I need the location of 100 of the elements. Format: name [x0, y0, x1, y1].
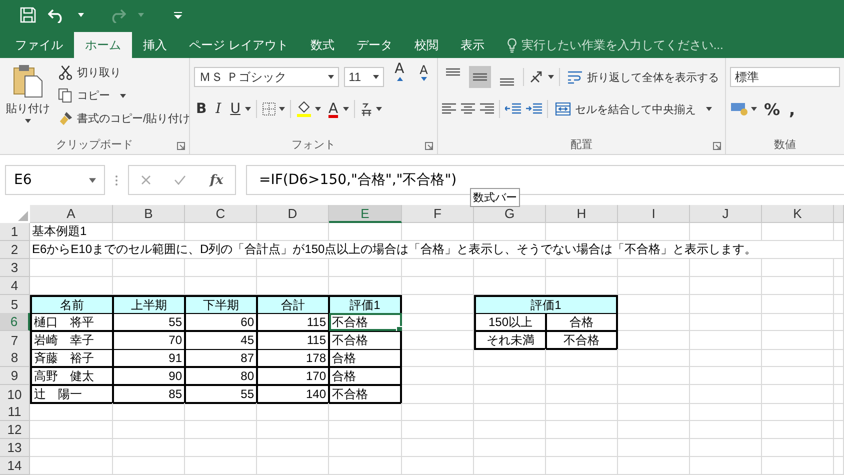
- cell[interactable]: 合格: [546, 313, 618, 331]
- cancel-icon[interactable]: [140, 175, 151, 185]
- cell[interactable]: [618, 277, 690, 295]
- indent-icon[interactable]: [526, 103, 542, 115]
- format-painter-button[interactable]: 書式のコピー/貼り付け: [56, 108, 192, 129]
- cell[interactable]: [690, 295, 762, 314]
- tell-me-field[interactable]: 実行したい作業を入力してください...: [521, 38, 822, 52]
- caret-icon[interactable]: [376, 107, 382, 111]
- cell[interactable]: 高野 健太: [30, 367, 113, 385]
- cell[interactable]: 名前: [30, 295, 113, 314]
- number-format-dropdown[interactable]: 標準: [730, 67, 840, 87]
- cell[interactable]: [402, 277, 474, 295]
- caret-icon[interactable]: [245, 107, 252, 111]
- dialog-launcher-icon[interactable]: [177, 142, 185, 150]
- cell[interactable]: [762, 331, 834, 350]
- cell[interactable]: 不合格: [329, 385, 402, 404]
- row-header[interactable]: 5: [0, 295, 30, 314]
- cell[interactable]: [257, 223, 329, 241]
- cell[interactable]: [690, 403, 762, 421]
- cell[interactable]: [546, 385, 618, 404]
- cell[interactable]: 合格: [329, 349, 402, 367]
- cell[interactable]: [834, 259, 844, 277]
- cell[interactable]: [30, 259, 113, 277]
- column-header[interactable]: A: [30, 205, 113, 223]
- cell[interactable]: [402, 367, 474, 385]
- cell[interactable]: それ未満: [474, 331, 546, 350]
- cell[interactable]: [834, 421, 844, 439]
- cell[interactable]: [185, 403, 257, 421]
- cell[interactable]: [113, 457, 185, 475]
- cell[interactable]: [30, 403, 113, 421]
- cell[interactable]: E6からE10までのセル範囲に、D列の「合計点」が150点以上の場合は「合格」と表示し、そうでない場合は「不合格」と表示します。: [30, 241, 844, 259]
- cell[interactable]: [690, 277, 762, 295]
- cell[interactable]: [834, 277, 844, 295]
- cell[interactable]: [546, 349, 618, 367]
- cell[interactable]: [546, 457, 618, 475]
- cell[interactable]: [834, 295, 844, 314]
- cell[interactable]: [618, 421, 690, 439]
- column-header[interactable]: I: [618, 205, 690, 223]
- cell[interactable]: [402, 421, 474, 439]
- cell[interactable]: 基本例題1: [30, 223, 113, 241]
- row-header[interactable]: 14: [0, 457, 30, 475]
- ribbon-tab[interactable]: 数式: [299, 32, 346, 58]
- cell[interactable]: [834, 223, 844, 241]
- cell[interactable]: [690, 259, 762, 277]
- cell[interactable]: 150以上: [474, 313, 546, 331]
- cell[interactable]: 60: [185, 313, 257, 331]
- copy-button[interactable]: コピー: [56, 85, 192, 106]
- cell[interactable]: [618, 439, 690, 457]
- cell[interactable]: [185, 421, 257, 439]
- font-name-dropdown[interactable]: ＭＳ Ｐゴシック: [194, 67, 339, 87]
- ribbon-tab[interactable]: 表示: [449, 32, 496, 58]
- cell[interactable]: [402, 259, 474, 277]
- cell[interactable]: [329, 259, 402, 277]
- shrink-font-button[interactable]: A: [414, 63, 433, 91]
- column-header[interactable]: G: [474, 205, 546, 223]
- cell[interactable]: [690, 313, 762, 331]
- cell[interactable]: [257, 421, 329, 439]
- cell[interactable]: [834, 457, 844, 475]
- borders-icon[interactable]: [262, 102, 276, 116]
- cell[interactable]: 下半期: [185, 295, 257, 314]
- cell[interactable]: [402, 349, 474, 367]
- cell[interactable]: [546, 403, 618, 421]
- cell[interactable]: 上半期: [113, 295, 185, 314]
- cell[interactable]: 合格: [329, 367, 402, 385]
- cell[interactable]: [834, 313, 844, 331]
- cell[interactable]: [546, 223, 618, 241]
- cell[interactable]: [834, 349, 844, 367]
- cell[interactable]: [329, 421, 402, 439]
- cell[interactable]: [474, 421, 546, 439]
- column-header[interactable]: F: [402, 205, 474, 223]
- row-header[interactable]: 2: [0, 241, 30, 259]
- cell[interactable]: 合計: [257, 295, 329, 314]
- cell[interactable]: [402, 403, 474, 421]
- cell[interactable]: [546, 439, 618, 457]
- cut-button[interactable]: 切り取り: [56, 62, 192, 83]
- row-header[interactable]: 9: [0, 367, 30, 385]
- row-header[interactable]: 13: [0, 439, 30, 457]
- cell[interactable]: [690, 349, 762, 367]
- column-header[interactable]: E: [329, 205, 402, 223]
- cell[interactable]: [618, 367, 690, 385]
- wrap-text-button[interactable]: 折り返して全体を表示する: [565, 66, 721, 88]
- column-header[interactable]: C: [185, 205, 257, 223]
- cell[interactable]: [690, 421, 762, 439]
- cell[interactable]: [402, 223, 474, 241]
- cell[interactable]: [402, 385, 474, 404]
- cell[interactable]: [402, 457, 474, 475]
- cell[interactable]: 87: [185, 349, 257, 367]
- cell[interactable]: 不合格: [329, 313, 402, 331]
- ribbon-tab[interactable]: 校閲: [403, 32, 450, 58]
- row-header[interactable]: 7: [0, 331, 30, 350]
- cell[interactable]: [762, 439, 834, 457]
- cell[interactable]: [762, 259, 834, 277]
- cell[interactable]: [329, 223, 402, 241]
- column-header[interactable]: J: [690, 205, 762, 223]
- cell[interactable]: [402, 331, 474, 350]
- cell[interactable]: [185, 259, 257, 277]
- cell[interactable]: [834, 403, 844, 421]
- cell[interactable]: 80: [185, 367, 257, 385]
- column-header[interactable]: B: [113, 205, 185, 223]
- caret-icon[interactable]: [548, 75, 554, 79]
